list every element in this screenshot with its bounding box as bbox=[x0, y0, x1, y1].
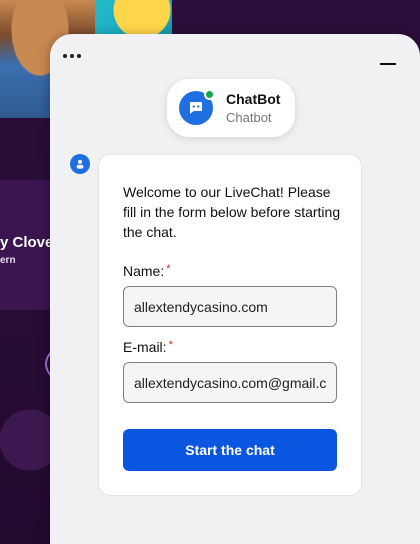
email-label-text: E-mail: bbox=[123, 339, 167, 355]
chat-widget: ChatBot Chatbot Welcome to our LiveChat!… bbox=[50, 34, 420, 544]
bot-avatar bbox=[179, 89, 215, 125]
chat-bubble-icon bbox=[190, 102, 202, 114]
bot-name: ChatBot bbox=[226, 91, 281, 107]
email-label: E-mail: * bbox=[123, 339, 173, 355]
minimize-icon bbox=[380, 63, 396, 65]
more-options-button[interactable] bbox=[63, 49, 87, 63]
name-field[interactable] bbox=[123, 286, 337, 327]
online-status-dot bbox=[204, 89, 215, 100]
name-label: Name: * bbox=[123, 263, 171, 279]
minimize-button[interactable] bbox=[376, 54, 400, 74]
dot bbox=[70, 54, 74, 58]
required-marker: * bbox=[168, 339, 173, 351]
name-label-text: Name: bbox=[123, 263, 165, 279]
dot bbox=[63, 54, 67, 58]
bot-message-avatar bbox=[70, 154, 90, 174]
required-marker: * bbox=[166, 263, 171, 275]
bot-identity-card: ChatBot Chatbot bbox=[167, 79, 295, 137]
welcome-message: Welcome to our LiveChat! Please fill in … bbox=[123, 184, 341, 240]
dot bbox=[77, 54, 81, 58]
start-chat-button[interactable]: Start the chat bbox=[123, 429, 337, 471]
email-field[interactable] bbox=[123, 362, 337, 403]
prechat-form-card: Welcome to our LiveChat! Please fill in … bbox=[98, 154, 362, 496]
bot-subtitle: Chatbot bbox=[226, 110, 272, 125]
user-icon bbox=[76, 159, 84, 169]
promo-subtitle: ern bbox=[0, 255, 16, 266]
